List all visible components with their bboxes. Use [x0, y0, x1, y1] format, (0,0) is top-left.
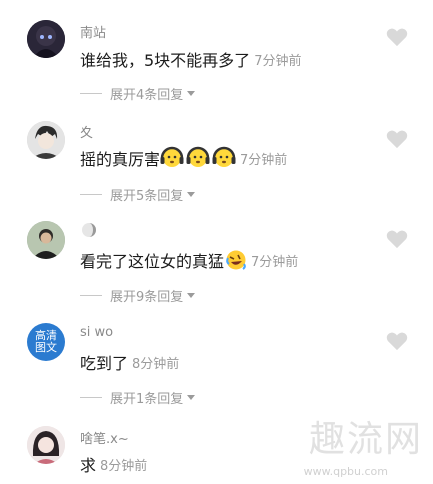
expand-replies-label: 展开9条回复	[110, 290, 184, 305]
timestamp: 7分钟前	[254, 53, 302, 69]
timestamp: 7分钟前	[240, 152, 288, 168]
heart-icon[interactable]	[386, 229, 408, 249]
divider	[80, 194, 102, 195]
username[interactable]	[80, 221, 98, 243]
heart-icon[interactable]	[386, 129, 408, 149]
comment-text: 谁给我，5块不能再多了	[80, 51, 251, 70]
divider	[80, 397, 102, 398]
expand-replies-label: 展开4条回复	[110, 88, 184, 103]
avatar[interactable]	[27, 121, 65, 159]
heart-icon[interactable]	[386, 331, 408, 351]
watermark-logo: 趣流网	[308, 419, 423, 460]
comment-text-line: 谁给我，5块不能再多了 7分钟前	[80, 47, 301, 71]
expand-replies-button[interactable]: 展开9条回复	[80, 286, 196, 305]
timestamp: 7分钟前	[251, 254, 299, 270]
rolling-laughing-emoji-icon	[226, 250, 246, 270]
divider	[80, 295, 102, 296]
expand-replies-button[interactable]: 展开4条回复	[80, 84, 196, 103]
chevron-down-icon	[187, 395, 196, 400]
heart-icon[interactable]	[386, 27, 408, 47]
comment-item: 高清 图文 si wo 吃到了 8分钟前 展开1条回复	[0, 313, 433, 416]
comment-text-line: 求 8分钟前	[80, 452, 147, 476]
comment-text-line: 摇的真厉害 7分钟前	[80, 146, 287, 170]
timestamp: 8分钟前	[100, 458, 148, 474]
username[interactable]: 南站	[80, 22, 106, 41]
emoji-group	[160, 146, 236, 170]
watermark-url: www.qpbu.com	[303, 465, 388, 478]
chevron-down-icon	[187, 192, 196, 197]
divider	[80, 93, 102, 94]
username[interactable]: 啥笔.x~	[80, 428, 129, 447]
expand-replies-label: 展开5条回复	[110, 189, 184, 204]
comment-text-line: 吃到了 8分钟前	[80, 350, 179, 374]
avatar[interactable]	[27, 221, 65, 259]
avatar[interactable]: 高清 图文	[27, 323, 65, 361]
comment-text: 吃到了	[80, 354, 129, 373]
comment-text: 求	[80, 456, 97, 475]
expand-replies-button[interactable]: 展开5条回复	[80, 185, 196, 204]
avatar-text: 高清 图文	[35, 329, 57, 354]
username[interactable]: si wo	[80, 325, 113, 340]
comment-item: 南站 谁给我，5块不能再多了 7分钟前 展开4条回复	[0, 0, 433, 105]
comment-item: 夊 摇的真厉害 7分钟前 展开5条回复	[0, 105, 433, 209]
chevron-down-icon	[187, 91, 196, 96]
expand-replies-button[interactable]: 展开1条回复	[80, 388, 196, 407]
comment-text: 摇的真厉害	[80, 150, 161, 169]
avatar[interactable]	[27, 20, 65, 58]
expand-replies-label: 展开1条回复	[110, 392, 184, 407]
comment-text-line: 看完了这位女的真猛 7分钟前	[80, 248, 298, 272]
comment-text: 看完了这位女的真猛	[80, 252, 225, 271]
comment-item: 看完了这位女的真猛 7分钟前 展开9条回复	[0, 209, 433, 313]
dizzy-face-emoji-icon	[212, 146, 236, 167]
avatar[interactable]	[27, 426, 65, 464]
timestamp: 8分钟前	[132, 356, 180, 372]
moon-icon	[82, 223, 96, 237]
dizzy-face-emoji-icon	[160, 146, 184, 167]
username[interactable]: 夊	[80, 122, 93, 141]
chevron-down-icon	[187, 293, 196, 298]
dizzy-face-emoji-icon	[186, 146, 210, 167]
